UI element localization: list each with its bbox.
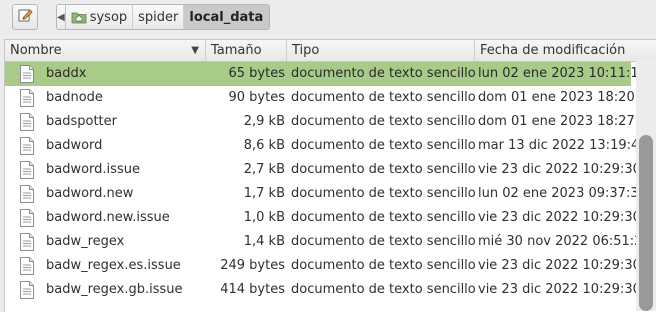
file-size: 1,7 kB	[243, 186, 285, 201]
text-file-icon	[19, 137, 35, 155]
path-forward-arrow-icon[interactable]: ▶	[268, 5, 269, 29]
text-file-icon	[19, 281, 35, 299]
column-name-header[interactable]: Nombre ▼	[5, 40, 206, 61]
file-name: badw_regex	[46, 234, 125, 249]
file-row[interactable]: baddx 65 bytes documento de texto sencillo…	[5, 62, 647, 86]
file-size: 2,7 kB	[243, 162, 285, 177]
file-modified-date: lun 02 ene 2023 09:37:33	[478, 186, 647, 201]
file-type: documento de texto sencillo	[291, 258, 476, 273]
file-name: badword.issue	[46, 162, 140, 177]
text-file-icon	[19, 233, 35, 251]
file-size: 8,6 kB	[243, 138, 285, 153]
file-type: documento de texto sencillo	[291, 186, 476, 201]
column-size-header[interactable]: Tamaño	[206, 40, 287, 61]
column-header: Nombre ▼ Tamaño Tipo Fecha de modificaci…	[5, 40, 656, 62]
file-type: documento de texto sencillo	[291, 66, 476, 81]
breadcrumb-local-data[interactable]: local_data	[184, 5, 269, 29]
file-name: badword.new.issue	[46, 210, 170, 225]
text-file-icon	[19, 113, 35, 131]
file-row[interactable]: badword.new 1,7 kB documento de texto senc…	[5, 182, 647, 206]
file-type: documento de texto sencillo	[291, 282, 476, 297]
file-row[interactable]: badword.issue 2,7 kB documento de texto se…	[5, 158, 641, 182]
text-file-icon	[19, 65, 35, 83]
file-type: documento de texto sencillo	[291, 138, 476, 153]
file-name: badspotter	[46, 114, 117, 129]
column-date-header[interactable]: Fecha de modificación	[475, 40, 656, 61]
file-size: 2,9 kB	[243, 114, 285, 129]
file-size: 65 bytes	[228, 66, 286, 81]
file-modified-date: dom 01 ene 2023 18:20:45	[478, 90, 656, 105]
path-back-arrow-icon[interactable]: ◀	[57, 5, 66, 29]
column-type-header[interactable]: Tipo	[287, 40, 475, 61]
file-name: badword	[46, 138, 103, 153]
file-size: 249 bytes	[220, 258, 285, 273]
file-row[interactable]: badword 8,6 kB documento de texto sencillo…	[5, 134, 648, 158]
file-name: badw_regex.gb.issue	[46, 282, 183, 297]
file-list: Nombre ▼ Tamaño Tipo Fecha de modificaci…	[4, 39, 656, 312]
pencil-icon	[17, 7, 33, 27]
scrollbar-thumb[interactable]	[639, 135, 653, 311]
file-name: badnode	[46, 90, 103, 105]
file-row[interactable]: badw_regex 1,4 kB documento de texto senci…	[5, 230, 651, 254]
file-size: 1,0 kB	[243, 210, 285, 225]
file-modified-date: vie 23 dic 2022 10:29:30	[478, 162, 641, 177]
sort-down-icon: ▼	[191, 45, 199, 56]
file-row[interactable]: badword.new.issue 1,0 kB documento de text…	[5, 206, 641, 230]
file-modified-date: vie 23 dic 2022 10:29:30	[478, 210, 641, 225]
file-type: documento de texto sencillo	[291, 114, 476, 129]
file-type: documento de texto sencillo	[291, 90, 476, 105]
file-modified-date: lun 02 ene 2023 10:11:17	[478, 66, 647, 81]
file-size: 90 bytes	[228, 90, 286, 105]
file-row[interactable]: badspotter 2,9 kB documento de texto senci…	[5, 110, 656, 134]
file-type: documento de texto sencillo	[291, 210, 476, 225]
file-name: badword.new	[46, 186, 134, 201]
file-modified-date: vie 23 dic 2022 10:29:30	[478, 282, 641, 297]
text-file-icon	[19, 185, 35, 203]
home-folder-icon	[71, 12, 87, 24]
file-modified-date: dom 01 ene 2023 18:27:16	[478, 114, 656, 129]
text-file-icon	[19, 161, 35, 179]
file-type: documento de texto sencillo	[291, 162, 476, 177]
text-file-icon	[19, 89, 35, 107]
file-type: documento de texto sencillo	[291, 234, 476, 249]
toolbar: ◀ sysop spider local_data ▶	[0, 0, 656, 38]
file-rows: baddx 65 bytes documento de texto sencillo…	[5, 62, 656, 302]
file-modified-date: mar 13 dic 2022 13:19:48	[478, 138, 648, 153]
breadcrumb-spider[interactable]: spider	[133, 5, 185, 29]
file-modified-date: vie 23 dic 2022 10:29:30	[478, 258, 641, 273]
edit-location-button[interactable]	[12, 4, 38, 30]
breadcrumb: ◀ sysop spider local_data ▶	[56, 4, 270, 30]
file-row[interactable]: badnode 90 bytes documento de texto sencil…	[5, 86, 656, 110]
file-name: baddx	[46, 66, 87, 81]
text-file-icon	[19, 257, 35, 275]
file-size: 1,4 kB	[243, 234, 285, 249]
file-size: 414 bytes	[220, 282, 285, 297]
file-name: badw_regex.es.issue	[46, 258, 181, 273]
file-row[interactable]: badw_regex.es.issue 249 bytes documento de…	[5, 254, 641, 278]
breadcrumb-home[interactable]: sysop	[66, 5, 134, 29]
text-file-icon	[19, 209, 35, 227]
file-modified-date: mié 30 nov 2022 06:51:24	[478, 234, 651, 249]
file-row[interactable]: badw_regex.gb.issue 414 bytes documento de…	[5, 278, 641, 302]
